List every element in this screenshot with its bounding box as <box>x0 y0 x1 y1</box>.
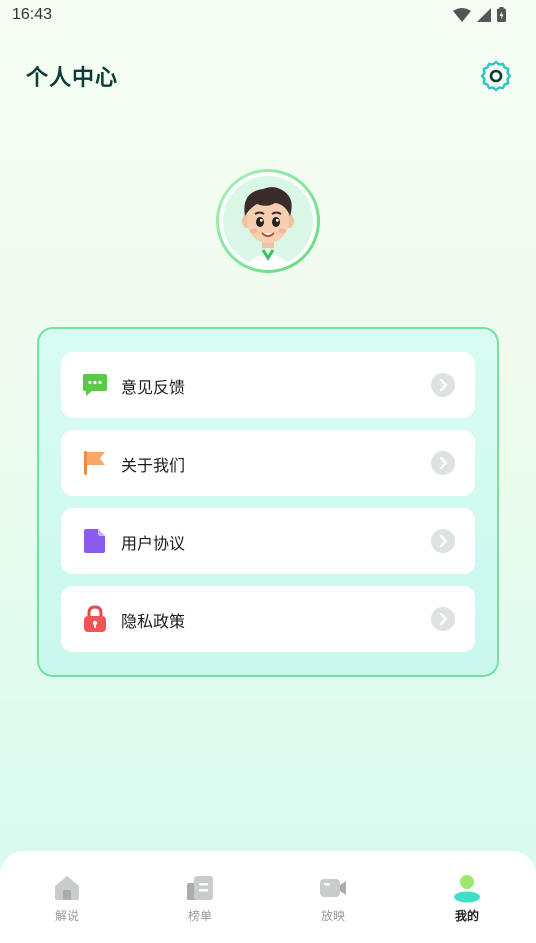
menu-item-feedback[interactable]: 意见反馈 <box>61 352 475 418</box>
chevron-right-icon <box>431 451 455 475</box>
tab-commentary[interactable]: 解说 <box>22 873 112 924</box>
page-title: 个人中心 <box>26 66 119 91</box>
chevron-right-icon <box>431 529 455 553</box>
home-icon <box>55 876 79 900</box>
settings-button[interactable] <box>480 60 512 92</box>
menu-item-user-agreement[interactable]: 用户协议 <box>61 508 475 574</box>
menu-item-label: 用户协议 <box>121 534 186 553</box>
battery-icon <box>497 7 506 22</box>
status-icons <box>453 7 506 22</box>
menu-item-privacy-policy[interactable]: 隐私政策 <box>61 586 475 652</box>
avatar[interactable] <box>216 169 320 273</box>
wifi-icon <box>453 7 471 22</box>
status-time: 16:43 <box>12 6 53 23</box>
bottom-nav: 解说 榜单 放映 我的 <box>0 851 536 943</box>
menu-item-label: 关于我们 <box>121 456 186 475</box>
menu-item-label: 意见反馈 <box>121 378 186 397</box>
gear-icon <box>480 60 512 92</box>
status-bar: 16:43 <box>0 0 536 30</box>
profile-icon <box>454 875 480 903</box>
menu-item-about-us[interactable]: 关于我们 <box>61 430 475 496</box>
tab-label: 我的 <box>454 909 479 923</box>
chevron-right-icon <box>431 607 455 631</box>
chevron-right-icon <box>431 373 455 397</box>
video-icon <box>320 879 346 897</box>
menu-item-label: 隐私政策 <box>121 612 186 631</box>
document-icon <box>84 529 105 553</box>
tab-label: 榜单 <box>187 909 212 923</box>
flag-icon <box>84 451 105 475</box>
tab-screening[interactable]: 放映 <box>288 873 378 924</box>
tab-label: 解说 <box>54 909 79 923</box>
message-icon <box>83 374 107 396</box>
list-icon <box>187 876 213 900</box>
tab-rankings[interactable]: 榜单 <box>155 873 245 924</box>
avatar-frame <box>219 172 317 270</box>
lock-icon <box>84 605 106 632</box>
cartoon-boy-avatar-icon <box>223 176 313 266</box>
signal-icon <box>477 7 491 22</box>
tab-mine[interactable]: 我的 <box>422 873 512 924</box>
avatar-image <box>223 176 313 266</box>
tab-label: 放映 <box>320 909 345 923</box>
menu-card: 意见反馈 关于我们 用户协议 隐私政策 <box>37 327 499 677</box>
